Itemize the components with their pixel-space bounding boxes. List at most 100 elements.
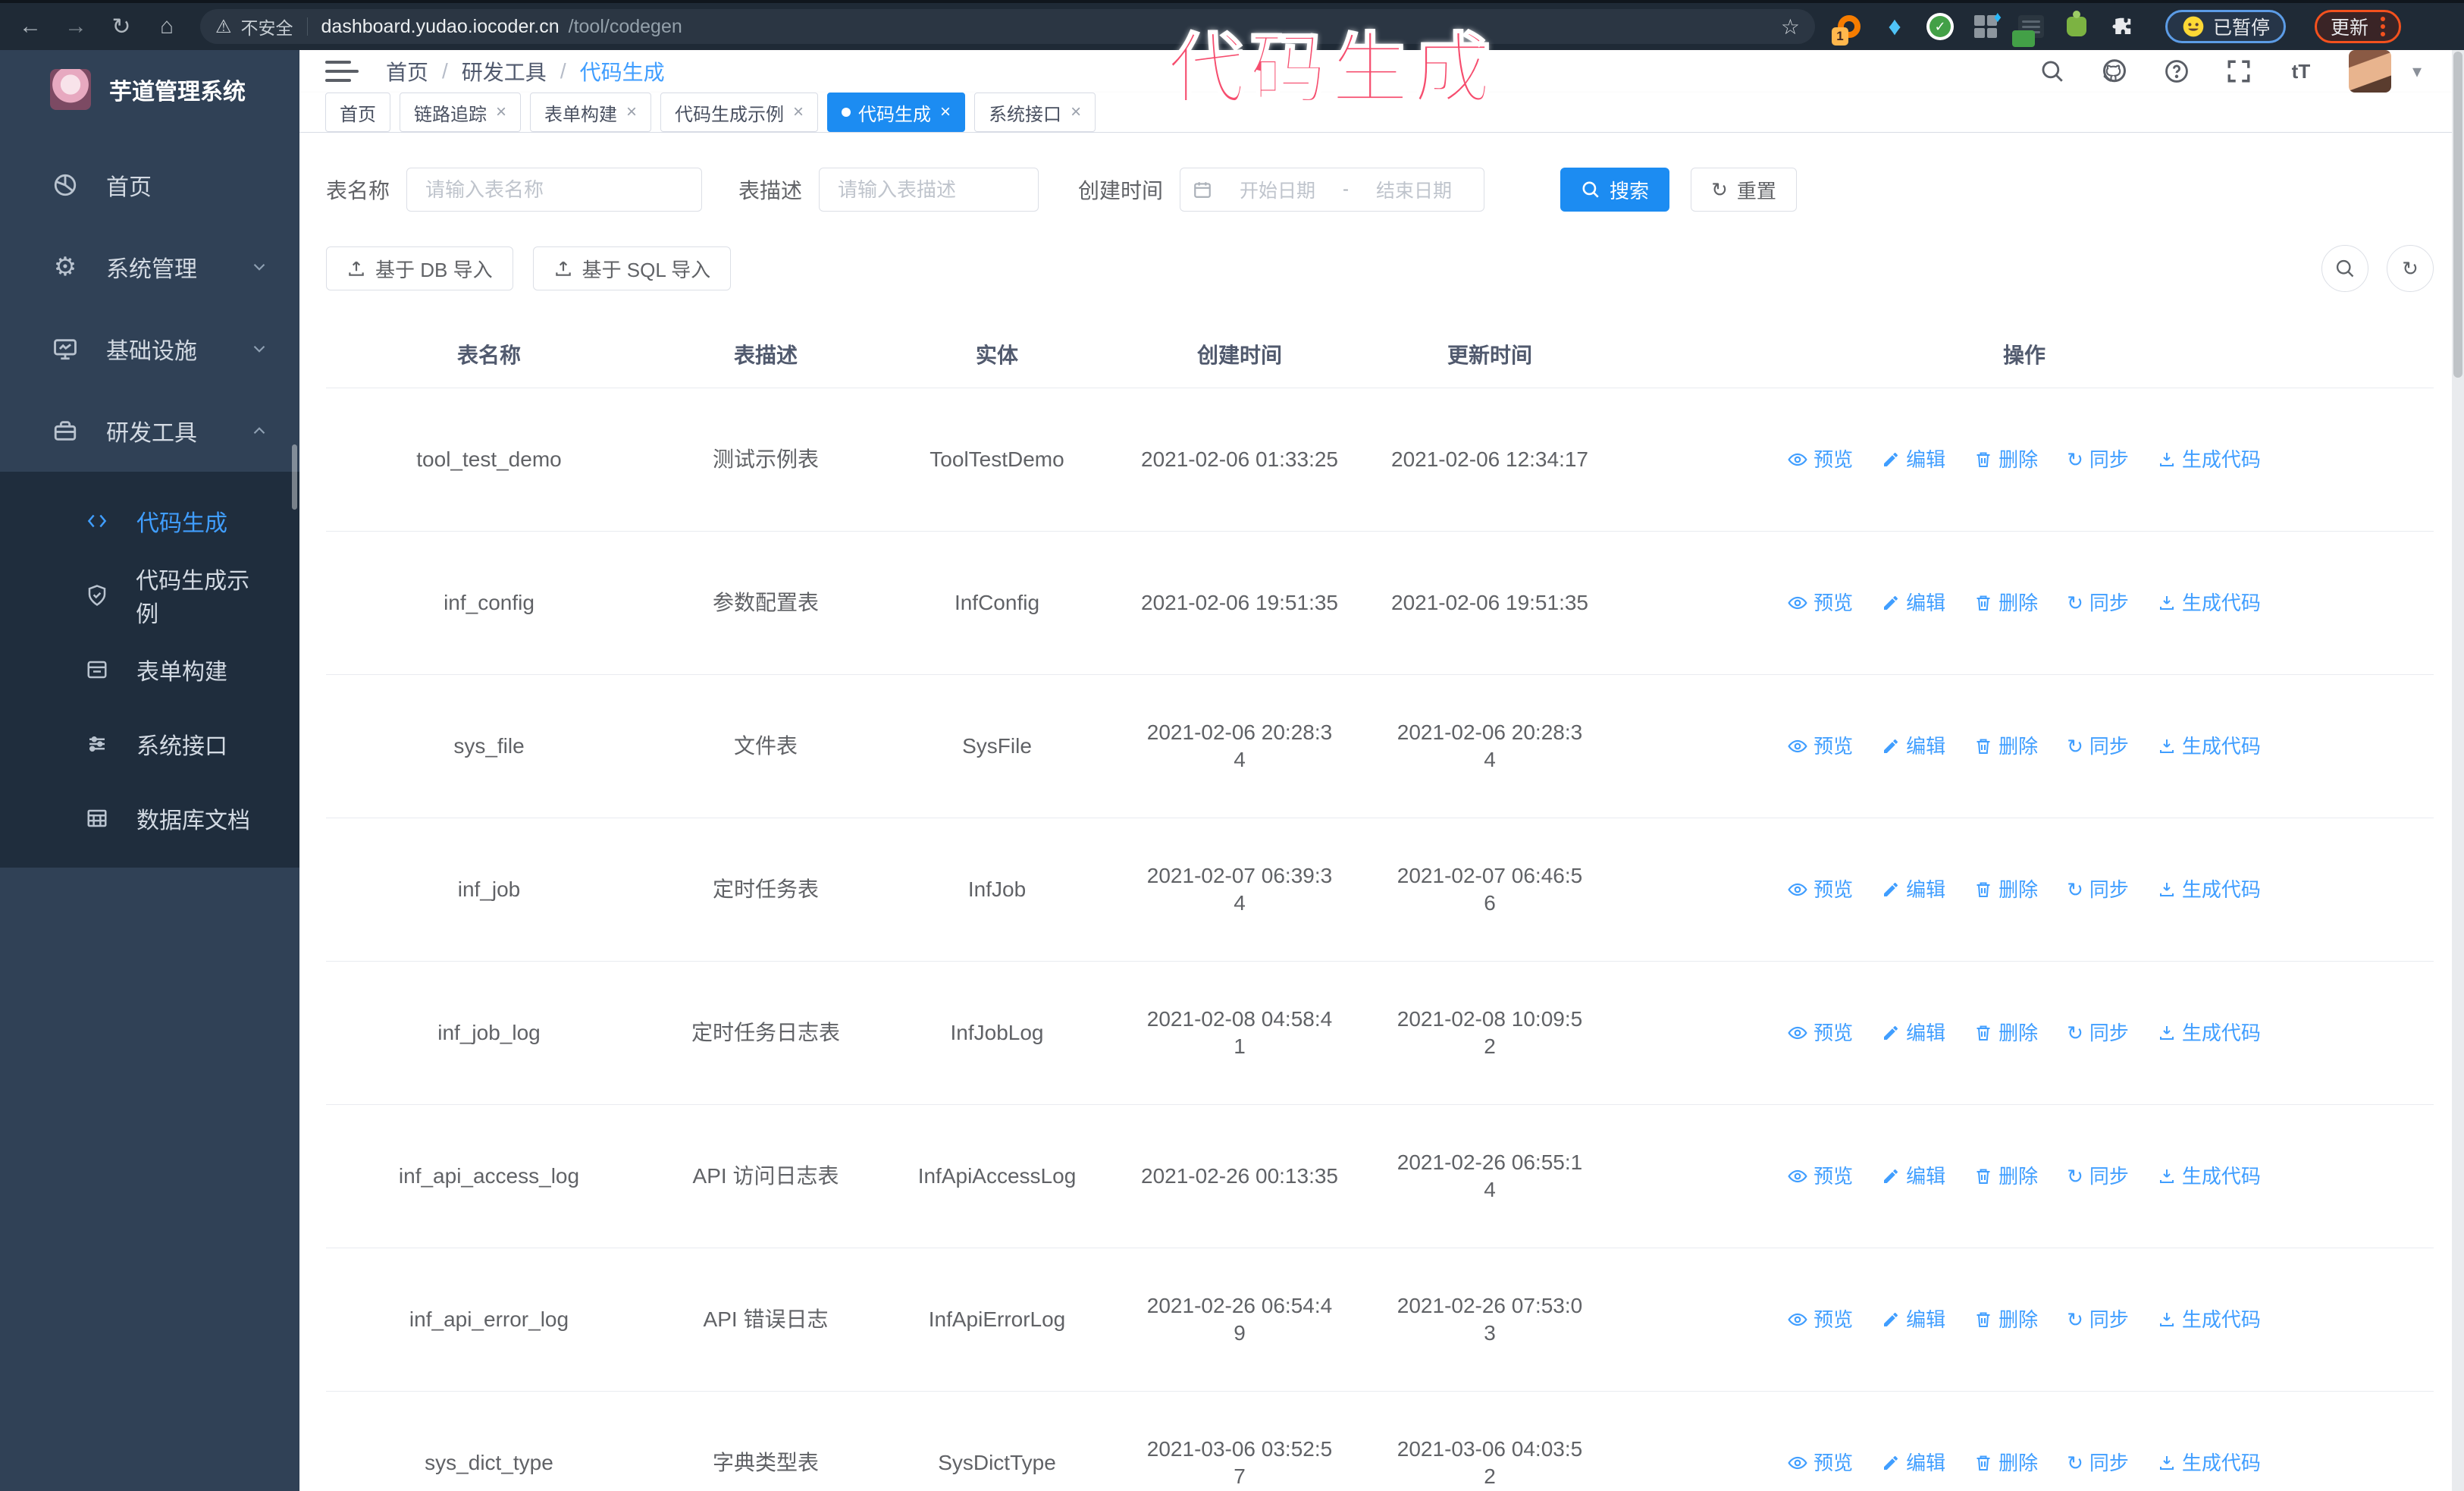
sidebar-item-codegen-example[interactable]: 代码生成示例 [0, 558, 299, 632]
generate-code-action[interactable]: 生成代码 [2158, 446, 2261, 473]
sync-action[interactable]: ↻ 同步 [2067, 876, 2129, 903]
extension-gem-icon[interactable]: ♦ [1880, 12, 1909, 41]
sidebar-item-form-builder[interactable]: 表单构建 [0, 632, 299, 707]
font-size-icon[interactable]: tT [2287, 57, 2315, 86]
close-icon[interactable]: × [626, 102, 637, 123]
sync-action[interactable]: ↻ 同步 [2067, 589, 2129, 617]
preview-action[interactable]: 预览 [1788, 1019, 1853, 1047]
generate-code-action[interactable]: 生成代码 [2158, 1306, 2261, 1333]
delete-action[interactable]: 删除 [1974, 1163, 2038, 1190]
tab-home[interactable]: 首页 [325, 93, 390, 132]
sidebar-item-codegen[interactable]: 代码生成 [0, 484, 299, 558]
end-date-placeholder[interactable]: 结束日期 [1356, 176, 1472, 203]
breadcrumb-home[interactable]: 首页 [386, 56, 428, 86]
tab-codegen[interactable]: 代码生成 × [827, 93, 966, 132]
breadcrumb-devtools[interactable]: 研发工具 [462, 56, 547, 86]
extensions-puzzle-icon[interactable] [2108, 12, 2136, 41]
browser-back-icon[interactable]: ← [11, 10, 50, 43]
user-avatar[interactable] [2348, 50, 2391, 93]
delete-action[interactable]: 删除 [1974, 1019, 2038, 1047]
browser-home-icon[interactable]: ⌂ [147, 10, 187, 43]
sidebar-item-devtools[interactable]: 研发工具 [0, 390, 299, 472]
edit-action[interactable]: 编辑 [1882, 876, 1945, 903]
generate-code-action[interactable]: 生成代码 [2158, 1163, 2261, 1190]
sidebar-item-infra[interactable]: 基础设施 [0, 308, 299, 390]
preview-action[interactable]: 预览 [1788, 1163, 1853, 1190]
preview-action[interactable]: 预览 [1788, 1449, 1853, 1477]
paused-pill-button[interactable]: 已暂停 [2165, 10, 2287, 43]
sidebar-item-db-doc[interactable]: 数据库文档 [0, 781, 299, 855]
preview-action[interactable]: 预览 [1788, 589, 1853, 617]
fullscreen-icon[interactable] [2224, 57, 2253, 86]
generate-code-action[interactable]: 生成代码 [2158, 1019, 2261, 1047]
edit-action[interactable]: 编辑 [1882, 589, 1945, 617]
start-date-placeholder[interactable]: 开始日期 [1220, 176, 1335, 203]
reset-button[interactable]: ↻ 重置 [1691, 168, 1797, 212]
generate-code-action[interactable]: 生成代码 [2158, 733, 2261, 760]
preview-action[interactable]: 预览 [1788, 1306, 1853, 1333]
edit-action[interactable]: 编辑 [1882, 733, 1945, 760]
edit-action[interactable]: 编辑 [1882, 446, 1945, 473]
help-icon[interactable] [2162, 57, 2191, 86]
avatar-caret-icon[interactable]: ▾ [2412, 61, 2422, 83]
close-icon[interactable]: × [793, 102, 804, 123]
generate-code-action[interactable]: 生成代码 [2158, 876, 2261, 903]
scrollbar-thumb[interactable] [2453, 52, 2462, 378]
tab-tracing[interactable]: 链路追踪 × [400, 93, 522, 132]
hamburger-menu-icon[interactable] [325, 56, 360, 86]
delete-action[interactable]: 删除 [1974, 589, 2038, 617]
sync-action[interactable]: ↻ 同步 [2067, 1163, 2129, 1190]
sidebar-item-system[interactable]: ⚙ 系统管理 [0, 226, 299, 308]
close-icon[interactable]: × [1071, 102, 1081, 123]
table-desc-input[interactable] [819, 168, 1039, 212]
browser-scrollbar[interactable] [2452, 50, 2464, 1491]
delete-action[interactable]: 删除 [1974, 733, 2038, 760]
tab-codegen-example[interactable]: 代码生成示例 × [660, 93, 819, 132]
extension-switch-icon[interactable] [2012, 12, 2045, 47]
edit-action[interactable]: 编辑 [1882, 1019, 1945, 1047]
sync-action[interactable]: ↻ 同步 [2067, 1019, 2129, 1047]
address-bar[interactable]: ⚠ 不安全 dashboard.yudao.iocoder.cn /tool/c… [200, 9, 1815, 44]
generate-code-action[interactable]: 生成代码 [2158, 1449, 2261, 1477]
edit-action[interactable]: 编辑 [1882, 1449, 1945, 1477]
date-range-picker[interactable]: 开始日期 - 结束日期 [1180, 168, 1485, 212]
sync-action[interactable]: ↻ 同步 [2067, 1449, 2129, 1477]
db-import-button[interactable]: 基于 DB 导入 [326, 246, 513, 290]
sidebar-item-home[interactable]: 首页 [0, 144, 299, 226]
close-icon[interactable]: × [940, 102, 951, 123]
delete-action[interactable]: 删除 [1974, 876, 2038, 903]
toggle-search-button[interactable] [2321, 245, 2368, 292]
browser-forward-icon[interactable]: → [56, 10, 96, 43]
sync-action[interactable]: ↻ 同步 [2067, 1306, 2129, 1333]
edit-action[interactable]: 编辑 [1882, 1306, 1945, 1333]
sql-import-button[interactable]: 基于 SQL 导入 [532, 246, 732, 290]
preview-action[interactable]: 预览 [1788, 876, 1853, 903]
sidebar-scrollbar-thumb[interactable] [292, 444, 297, 510]
app-logo-row[interactable]: 芋道管理系统 [0, 50, 299, 129]
sync-action[interactable]: ↻ 同步 [2067, 446, 2129, 473]
generate-code-action[interactable]: 生成代码 [2158, 589, 2261, 617]
table-name-input[interactable] [406, 168, 703, 212]
extension-grid-icon[interactable]: ♦ [1971, 9, 2002, 41]
tab-system-api[interactable]: 系统接口 × [974, 93, 1096, 132]
search-button[interactable]: 搜索 [1560, 168, 1670, 212]
github-icon[interactable] [2100, 57, 2129, 86]
delete-action[interactable]: 删除 [1974, 1306, 2038, 1333]
extension-check-icon[interactable]: ✓ [1926, 12, 1955, 41]
refresh-table-button[interactable]: ↻ [2387, 245, 2434, 292]
extension-adblock-icon[interactable]: 1 [1832, 12, 1864, 46]
delete-action[interactable]: 删除 [1974, 446, 2038, 473]
update-pill-button[interactable]: 更新 [2315, 10, 2402, 43]
bookmark-star-icon[interactable]: ☆ [1781, 14, 1800, 39]
search-icon[interactable] [2038, 57, 2067, 86]
delete-action[interactable]: 删除 [1974, 1449, 2038, 1477]
more-menu-icon[interactable] [2381, 17, 2386, 36]
sidebar-item-system-api[interactable]: 系统接口 [0, 707, 299, 781]
close-icon[interactable]: × [496, 102, 506, 123]
edit-action[interactable]: 编辑 [1882, 1163, 1945, 1190]
extension-bot-icon[interactable] [2062, 11, 2091, 41]
tab-form-builder[interactable]: 表单构建 × [530, 93, 652, 132]
preview-action[interactable]: 预览 [1788, 446, 1853, 473]
browser-reload-icon[interactable]: ↻ [102, 10, 141, 43]
sync-action[interactable]: ↻ 同步 [2067, 733, 2129, 760]
